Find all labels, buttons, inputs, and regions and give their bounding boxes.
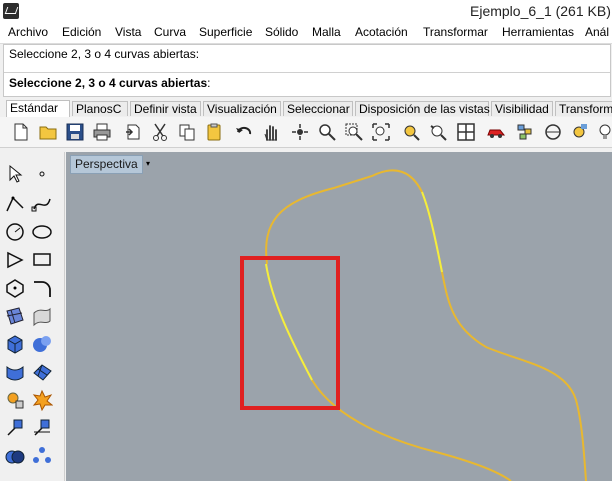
standard-toolbar (0, 117, 612, 148)
menu-solido[interactable]: Sólido (265, 25, 298, 39)
osnap-icon[interactable] (542, 121, 564, 143)
open-folder-icon[interactable] (37, 121, 59, 143)
four-viewports-icon[interactable] (455, 121, 477, 143)
tab-planosc[interactable]: PlanosC (72, 101, 128, 116)
viewport-canvas (240, 169, 587, 481)
toolbar-tabs: Estándar PlanosC Definir vista Visualiza… (0, 99, 612, 117)
menu-malla[interactable]: Malla (312, 25, 341, 39)
boolean-union-icon[interactable] (3, 444, 27, 468)
trim-icon[interactable] (30, 416, 54, 440)
select-arrow-icon[interactable] (3, 162, 27, 186)
command-prompt-text: Seleccione 2, 3 o 4 curvas abiertas (9, 76, 208, 90)
command-area: Seleccione 2, 3 o 4 curvas abiertas: Sel… (3, 44, 611, 97)
surface-patch-icon[interactable] (30, 304, 54, 328)
print-icon[interactable] (91, 121, 113, 143)
explode-icon[interactable] (30, 388, 54, 412)
split-icon[interactable] (3, 416, 27, 440)
curve-selected-segment-left[interactable] (265, 263, 313, 381)
ellipse-icon[interactable] (30, 220, 54, 244)
rotate-view-icon[interactable] (289, 121, 311, 143)
cut-icon[interactable] (149, 121, 171, 143)
point-icon[interactable] (30, 162, 54, 186)
polygon-icon[interactable] (3, 276, 27, 300)
box-icon[interactable] (3, 332, 27, 356)
circle-icon[interactable] (3, 220, 27, 244)
curve-selected-segment-right[interactable] (421, 191, 443, 273)
title-bar: Ejemplo_6_1 (261 KB) (0, 0, 612, 22)
tab-visibilidad[interactable]: Visibilidad (491, 101, 553, 116)
save-icon[interactable] (64, 121, 86, 143)
tab-transform[interactable]: Transform (555, 101, 612, 116)
rectangle-icon[interactable] (30, 248, 54, 272)
extrude-icon[interactable] (3, 360, 27, 384)
command-prompt-colon: : (207, 76, 211, 90)
rhino-app-icon[interactable] (3, 3, 19, 19)
mesh-icon[interactable] (30, 360, 54, 384)
light-icon[interactable] (594, 121, 612, 143)
left-tool-sidebar (0, 152, 65, 481)
menu-edicion[interactable]: Edición (62, 25, 101, 39)
perspective-viewport[interactable]: Perspectiva ▾ (66, 152, 612, 481)
array-icon[interactable] (30, 444, 54, 468)
menu-vista[interactable]: Vista (115, 25, 141, 39)
import-icon[interactable] (122, 121, 144, 143)
curve-upper[interactable] (265, 169, 587, 481)
arc-icon[interactable] (3, 248, 27, 272)
command-divider (4, 72, 610, 73)
pan-hand-icon[interactable] (260, 121, 282, 143)
curve-icon[interactable] (30, 192, 54, 216)
sphere-icon[interactable] (30, 332, 54, 356)
tab-definir-vista[interactable]: Definir vista (130, 101, 201, 116)
menu-archivo[interactable]: Archivo (8, 25, 48, 39)
paste-icon[interactable] (203, 121, 225, 143)
menu-herramientas[interactable]: Herramientas (502, 25, 574, 39)
zoom-extents-icon[interactable] (370, 121, 392, 143)
curve-lower[interactable] (265, 263, 512, 481)
command-history: Seleccione 2, 3 o 4 curvas abiertas: (9, 47, 200, 61)
menu-superficie[interactable]: Superficie (199, 25, 252, 39)
undo-icon[interactable] (233, 121, 255, 143)
zoom-icon[interactable] (316, 121, 338, 143)
layers-icon[interactable] (514, 121, 536, 143)
gear-transform-icon[interactable] (3, 388, 27, 412)
tab-seleccionar[interactable]: Seleccionar (283, 101, 353, 116)
fillet-icon[interactable] (30, 276, 54, 300)
zoom-selected-icon[interactable] (400, 121, 422, 143)
menu-acotacion[interactable]: Acotación (355, 25, 408, 39)
polyline-icon[interactable] (3, 192, 27, 216)
menu-curva[interactable]: Curva (154, 25, 186, 39)
zoom-window-icon[interactable] (343, 121, 365, 143)
rotate-camera-icon[interactable] (427, 121, 449, 143)
annotation-highlight-box (240, 256, 340, 410)
tab-estandar[interactable]: Estándar (6, 100, 70, 117)
menu-transformar[interactable]: Transformar (423, 25, 488, 39)
menu-analisis[interactable]: Anál (585, 25, 609, 39)
window-title: Ejemplo_6_1 (261 KB) (470, 3, 611, 19)
command-prompt[interactable]: Seleccione 2, 3 o 4 curvas abiertas: (9, 76, 210, 90)
copy-icon[interactable] (176, 121, 198, 143)
properties-icon[interactable] (568, 121, 590, 143)
new-file-icon[interactable] (10, 121, 32, 143)
surface-edge-icon[interactable] (3, 304, 27, 328)
tab-visualizacion[interactable]: Visualización (203, 101, 281, 116)
menu-bar: Archivo Edición Vista Curva Superficie S… (0, 22, 612, 44)
tab-disposicion-vistas[interactable]: Disposición de las vistas (355, 101, 490, 116)
car-render-icon[interactable] (485, 121, 507, 143)
